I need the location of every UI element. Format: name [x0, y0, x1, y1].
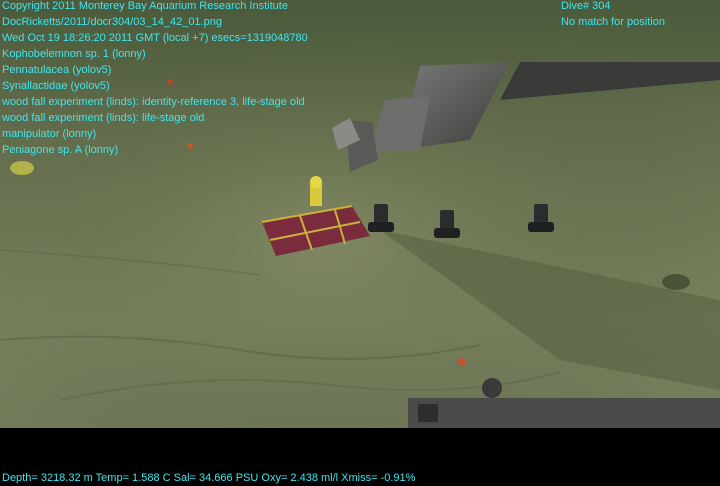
annotation-line: Pennatulacea (yolov5) — [2, 64, 112, 76]
annotation-line: wood fall experiment (linds): identity-r… — [2, 96, 305, 108]
dive-number: Dive# 304 — [561, 0, 611, 12]
timestamp-line: Wed Oct 19 18:26:20 2011 GMT (local +7) … — [2, 32, 308, 44]
annotation-line: wood fall experiment (linds): life-stage… — [2, 112, 205, 124]
telemetry-readout: Depth= 3218.32 m Temp= 1.588 C Sal= 34.6… — [2, 472, 416, 484]
overlay-top-right: Dive# 304 No match for position — [561, 0, 665, 30]
annotation-line: Synallactidae (yolov5) — [2, 80, 110, 92]
annotation-line: manipulator (lonny) — [2, 128, 97, 140]
synallactidae-organism — [662, 274, 690, 290]
copyright-line: Copyright 2011 Monterey Bay Aquarium Res… — [2, 0, 288, 12]
annotation-line: Peniagone sp. A (lonny) — [2, 144, 119, 156]
position-status: No match for position — [561, 16, 665, 28]
organism — [458, 358, 466, 366]
overlay-top-left: Copyright 2011 Monterey Bay Aquarium Res… — [2, 0, 308, 158]
wood-fall-marker-top — [310, 176, 322, 188]
peniagone-organism — [10, 161, 34, 175]
image-path-line: DocRicketts/2011/docr304/03_14_42_01.png — [2, 16, 222, 28]
annotation-line: Kophobelemnon sp. 1 (lonny) — [2, 48, 146, 60]
